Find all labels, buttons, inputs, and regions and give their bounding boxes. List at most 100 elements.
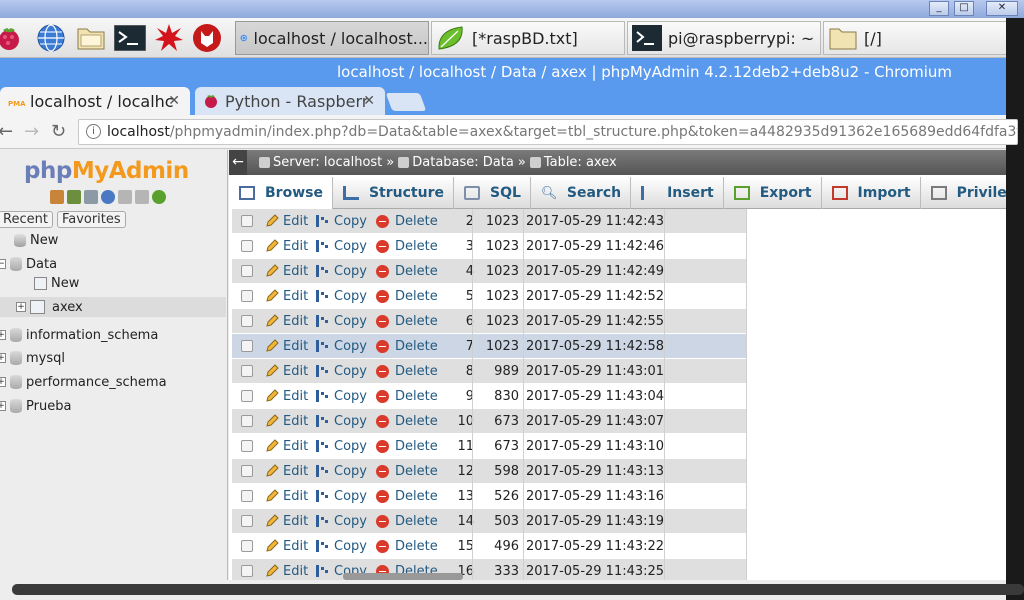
table-row[interactable]: Edit Copy Delete 2 1023 2017-05-29 11:42:43 xyxy=(232,209,747,234)
delete-button[interactable]: Delete xyxy=(376,539,438,554)
copy-button[interactable]: Copy xyxy=(315,364,367,379)
delete-button[interactable]: Delete xyxy=(376,514,438,529)
edit-button[interactable]: Edit xyxy=(265,389,308,404)
edit-button[interactable]: Edit xyxy=(265,514,308,529)
row-checkbox[interactable] xyxy=(241,265,253,277)
tab-search[interactable]: 🔍︎ Search xyxy=(531,177,632,209)
delete-button[interactable]: Delete xyxy=(376,414,438,429)
task-filemanager[interactable]: [/] xyxy=(823,21,1008,55)
edit-button[interactable]: Edit xyxy=(265,264,308,279)
close-button[interactable]: ✕ xyxy=(986,1,1018,16)
breadcrumb-server[interactable]: Server: localhost xyxy=(273,155,382,170)
row-checkbox[interactable] xyxy=(241,340,253,352)
tree-db-information-schema[interactable]: + information_schema xyxy=(0,325,158,345)
favorites-tab[interactable]: Favorites xyxy=(56,211,126,228)
delete-button[interactable]: Delete xyxy=(376,264,438,279)
table-row[interactable]: Edit Copy Delete 5 1023 2017-05-29 11:42:52 xyxy=(232,284,747,309)
tab-python[interactable]: Python - Raspberr ✕ xyxy=(195,87,385,115)
row-checkbox[interactable] xyxy=(241,440,253,452)
edit-button[interactable]: Edit xyxy=(265,214,308,229)
tab-close-icon[interactable]: ✕ xyxy=(168,93,180,109)
tab-browse[interactable]: Browse xyxy=(229,177,333,209)
table-row[interactable]: Edit Copy Delete 16 333 2017-05-29 11:43:25 xyxy=(232,559,747,580)
minimize-button[interactable]: _ xyxy=(929,1,949,16)
copy-button[interactable]: Copy xyxy=(315,214,367,229)
tab-insert[interactable]: Insert xyxy=(631,177,724,209)
table-row[interactable]: Edit Copy Delete 4 1023 2017-05-29 11:42:49 xyxy=(232,259,747,284)
delete-button[interactable]: Delete xyxy=(376,439,438,454)
task-terminal[interactable]: pi@raspberrypi: ~ xyxy=(627,21,821,55)
folder-icon[interactable] xyxy=(74,21,108,55)
tree-new-table[interactable]: New xyxy=(34,273,79,293)
row-checkbox[interactable] xyxy=(241,465,253,477)
expand-icon[interactable]: + xyxy=(16,302,26,312)
home-icon[interactable] xyxy=(50,190,64,204)
tree-new-db[interactable]: New xyxy=(14,230,58,250)
collapse-icon[interactable]: − xyxy=(0,259,6,269)
copy-button[interactable]: Copy xyxy=(315,264,367,279)
info-icon[interactable]: i xyxy=(86,124,101,139)
row-checkbox[interactable] xyxy=(241,490,253,502)
copy-button[interactable]: Copy xyxy=(315,439,367,454)
help-icon[interactable] xyxy=(101,190,115,204)
copy-button[interactable]: Copy xyxy=(315,289,367,304)
tree-table-axex[interactable]: + axex xyxy=(0,297,226,317)
reload-nav-icon[interactable] xyxy=(152,190,166,204)
row-checkbox[interactable] xyxy=(241,565,253,577)
burst-icon[interactable] xyxy=(152,21,186,55)
table-row[interactable]: Edit Copy Delete 14 503 2017-05-29 11:43:19 xyxy=(232,509,747,534)
edit-button[interactable]: Edit xyxy=(265,489,308,504)
copy-button[interactable]: Copy xyxy=(315,514,367,529)
delete-button[interactable]: Delete xyxy=(376,289,438,304)
scrollbar-track[interactable] xyxy=(12,584,1024,595)
tree-db-data[interactable]: − Data xyxy=(0,254,57,274)
delete-button[interactable]: Delete xyxy=(376,464,438,479)
edit-button[interactable]: Edit xyxy=(265,239,308,254)
copy-button[interactable]: Copy xyxy=(315,339,367,354)
logout-icon[interactable] xyxy=(67,190,81,204)
edit-button[interactable]: Edit xyxy=(265,564,308,579)
row-checkbox[interactable] xyxy=(241,290,253,302)
copy-button[interactable]: Copy xyxy=(315,539,367,554)
delete-button[interactable]: Delete xyxy=(376,214,438,229)
expand-icon[interactable]: + xyxy=(0,353,6,363)
table-row[interactable]: Edit Copy Delete 3 1023 2017-05-29 11:42:46 xyxy=(232,234,747,259)
new-tab-button[interactable] xyxy=(385,93,427,111)
edit-button[interactable]: Edit xyxy=(265,289,308,304)
globe-icon[interactable] xyxy=(34,21,68,55)
row-checkbox[interactable] xyxy=(241,240,253,252)
delete-button[interactable]: Delete xyxy=(376,389,438,404)
back-icon[interactable]: ← xyxy=(0,121,13,142)
delete-button[interactable]: Delete xyxy=(376,364,438,379)
table-row[interactable]: Edit Copy Delete 6 1023 2017-05-29 11:42:55 xyxy=(232,309,747,334)
table-row[interactable]: Edit Copy Delete 15 496 2017-05-29 11:43:22 xyxy=(232,534,747,559)
forward-icon[interactable]: → xyxy=(24,121,39,142)
table-row[interactable]: Edit Copy Delete 11 673 2017-05-29 11:43:10 xyxy=(232,434,747,459)
reload-icon[interactable]: ↻ xyxy=(51,121,66,142)
row-checkbox[interactable] xyxy=(241,365,253,377)
task-editor[interactable]: [*raspBD.txt] xyxy=(431,21,625,55)
tree-db-prueba[interactable]: + Prueba xyxy=(0,396,71,416)
url-input[interactable]: i localhost/phpmyadmin/index.php?db=Data… xyxy=(78,119,1018,145)
tab-privileges[interactable]: Privileg xyxy=(921,177,1006,209)
table-row[interactable]: Edit Copy Delete 9 830 2017-05-29 11:43:04 xyxy=(232,384,747,409)
maximize-button[interactable]: □ xyxy=(954,1,974,16)
copy-button[interactable]: Copy xyxy=(315,239,367,254)
row-checkbox[interactable] xyxy=(241,415,253,427)
copy-button[interactable]: Copy xyxy=(315,489,367,504)
edit-button[interactable]: Edit xyxy=(265,339,308,354)
delete-button[interactable]: Delete xyxy=(376,314,438,329)
table-row[interactable]: Edit Copy Delete 8 989 2017-05-29 11:43:01 xyxy=(232,359,747,384)
copy-button[interactable]: Copy xyxy=(315,389,367,404)
edit-button[interactable]: Edit xyxy=(265,439,308,454)
tab-sql[interactable]: SQL xyxy=(454,177,531,209)
task-chromium[interactable]: localhost / localhost... xyxy=(235,21,429,55)
content-scrollbar-thumb[interactable] xyxy=(343,573,463,580)
terminal-icon[interactable] xyxy=(113,21,147,55)
table-row[interactable]: Edit Copy Delete 10 673 2017-05-29 11:43:07 xyxy=(232,409,747,434)
tree-db-performance-schema[interactable]: + performance_schema xyxy=(0,372,167,392)
row-checkbox[interactable] xyxy=(241,315,253,327)
query-window-icon[interactable] xyxy=(84,190,98,204)
row-checkbox[interactable] xyxy=(241,515,253,527)
row-checkbox[interactable] xyxy=(241,215,253,227)
